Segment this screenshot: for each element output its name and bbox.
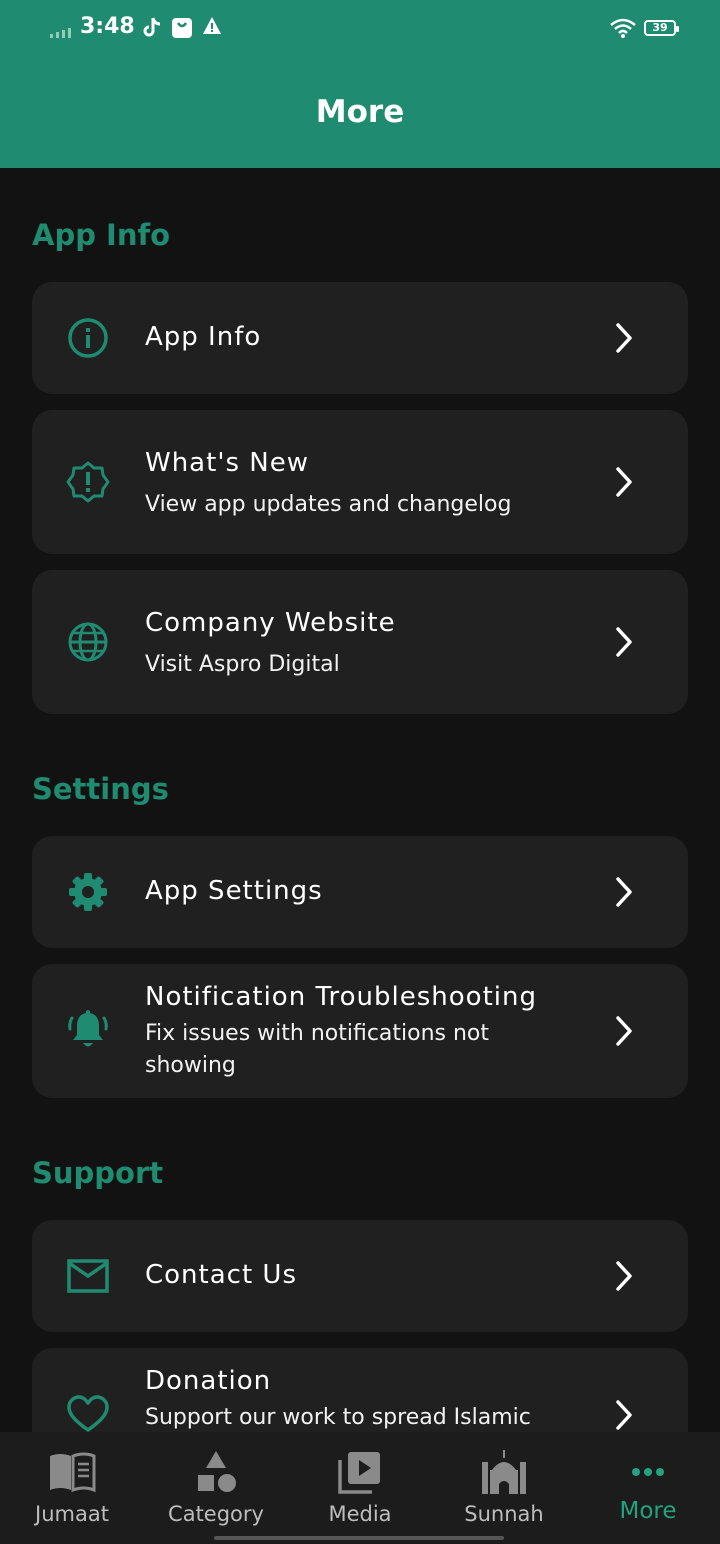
item-title: Notification Troubleshooting [145,982,537,1012]
chevron-right-icon [616,1261,632,1291]
shapes-icon [198,1451,236,1492]
chevron-right-icon [616,877,632,907]
chevron-right-icon [616,1016,632,1046]
warning-icon [203,17,221,34]
item-subtitle: View app updates and changelog [145,492,512,517]
more-dots-icon [632,1468,664,1476]
item-subtitle: Support our work to spread Islamic [145,1405,531,1430]
chevron-right-icon [616,323,632,353]
item-subtitle: Fix issues with notifications not showin… [145,1021,490,1078]
new-badge-icon [66,461,110,503]
nav-jumaat[interactable]: Jumaat [0,1432,144,1544]
nav-label: Media [328,1502,392,1526]
nav-media[interactable]: Media [288,1432,432,1544]
item-title: Contact Us [145,1260,297,1290]
contact-us-item[interactable]: Contact Us [32,1220,688,1332]
play-library-icon [338,1452,380,1494]
app-info-item[interactable]: App Info [32,282,688,394]
bell-icon [68,1010,108,1047]
heart-icon [67,1395,109,1432]
status-time: 3:48 [80,14,135,39]
home-indicator [214,1536,504,1540]
section-title-support: Support [32,1156,164,1190]
item-title: Donation [145,1366,272,1396]
company-website-item[interactable]: Company Website Visit Aspro Digital [32,570,688,714]
item-subtitle: Visit Aspro Digital [145,652,340,677]
section-title-settings: Settings [32,772,169,806]
nav-label: Category [168,1502,264,1526]
item-title: App Info [145,322,262,352]
notification-troubleshooting-item[interactable]: Notification Troubleshooting Fix issues … [32,964,688,1098]
nav-label: Sunnah [464,1502,544,1526]
book-icon [50,1452,96,1493]
nav-sunnah[interactable]: Sunnah [432,1432,576,1544]
item-title: What's New [145,448,309,478]
chevron-right-icon [616,1400,632,1430]
whats-new-item[interactable]: What's New View app updates and changelo… [32,410,688,554]
section-title-app-info: App Info [32,218,171,252]
signal-icon [50,28,71,38]
mail-icon [67,1259,109,1293]
nav-label: More [619,1498,677,1524]
battery-icon: 39 [644,20,679,36]
page-title: More [315,94,405,130]
settings-list[interactable]: App Info App Info What's New View app up… [0,168,720,1432]
shopping-bag-icon [172,18,192,38]
item-title: Company Website [145,608,396,638]
nav-label: Jumaat [35,1502,109,1526]
item-title: App Settings [145,876,323,906]
chevron-right-icon [616,627,632,657]
mosque-icon [482,1450,526,1494]
globe-icon [68,622,108,662]
status-bar: 3:48 39 [0,0,720,58]
info-icon [68,318,108,358]
app-settings-item[interactable]: App Settings [32,836,688,948]
app-bar: More [0,58,720,168]
nav-category[interactable]: Category [144,1432,288,1544]
gear-icon [69,873,107,911]
bottom-navigation: Jumaat Category Media Sunnah More [0,1432,720,1544]
tiktok-icon [143,17,161,37]
wifi-icon [610,18,636,38]
chevron-right-icon [616,467,632,497]
donation-item[interactable]: Donation Support our work to spread Isla… [32,1348,688,1432]
nav-more[interactable]: More [576,1432,720,1544]
